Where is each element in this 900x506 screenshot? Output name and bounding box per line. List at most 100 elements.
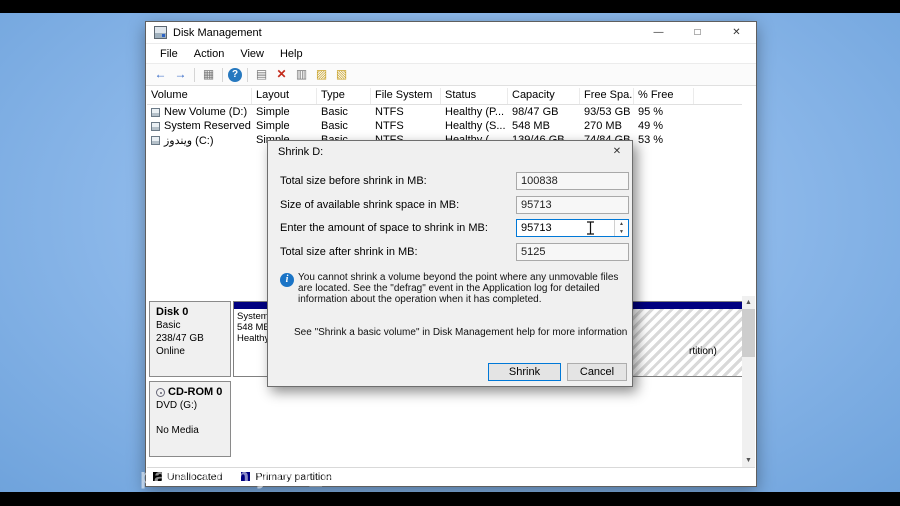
status-cell: Healthy (S... [445, 120, 506, 132]
field-available-space: Size of available shrink space in MB: 95… [268, 196, 632, 214]
table-row-system-reserved[interactable]: System Reserved Simple Basic NTFS Health… [147, 119, 742, 133]
free-cell: 270 MB [584, 120, 622, 132]
scroll-down-icon[interactable]: ▼ [742, 454, 755, 467]
volume-name: System Reserved [164, 120, 251, 132]
help-icon[interactable]: ? [228, 67, 242, 82]
primary-partition-label: Primary partition [255, 470, 332, 483]
field-value: 100838 [516, 172, 629, 190]
drive-icon [151, 121, 160, 131]
menu-help[interactable]: Help [272, 48, 311, 60]
shrink-dialog: Shrink D: ✕ Total size before shrink in … [267, 140, 633, 387]
field-label: Size of available shrink space in MB: [280, 199, 460, 211]
cdrom-name-row: CD-ROM 0 [156, 386, 230, 399]
console-tree-icon[interactable]: ▦ [200, 66, 217, 83]
scroll-up-icon[interactable]: ▲ [742, 296, 755, 309]
shrink-amount-input[interactable] [517, 220, 614, 236]
window-title: Disk Management [173, 26, 262, 39]
volume-cell: System Reserved [147, 120, 252, 132]
minimize-button[interactable]: — [639, 22, 678, 44]
back-icon[interactable]: ← [152, 66, 169, 83]
cdrom-type: DVD (G:) [156, 400, 198, 411]
info-icon: i [280, 273, 294, 287]
column-free-space[interactable]: Free Spa... [580, 88, 634, 104]
menu-view[interactable]: View [232, 48, 272, 60]
forward-icon[interactable]: → [172, 66, 189, 83]
column-volume[interactable]: Volume [147, 88, 252, 104]
cd-icon [156, 388, 165, 397]
spinner-buttons: ▲ ▼ [614, 220, 628, 236]
menu-bar: File Action View Help [146, 44, 756, 64]
toolbar-separator [194, 67, 195, 82]
scroll-thumb[interactable] [742, 309, 755, 357]
fs-cell: NTFS [375, 106, 404, 118]
pct-free-cell: 95 % [638, 106, 664, 118]
unallocated-label: Unallocated [167, 470, 223, 483]
field-total-after: Total size after shrink in MB: 5125 [268, 243, 632, 261]
table-row-d[interactable]: New Volume (D:) Simple Basic NTFS Health… [147, 105, 742, 119]
column-pct-free[interactable]: % Free [634, 88, 694, 104]
disk0-header[interactable]: Disk 0 Basic 238/47 GB Online [149, 301, 231, 377]
chart-icon[interactable]: ▥ [293, 66, 310, 83]
partition-d-status-fragment: rtition) [689, 346, 717, 357]
menu-action[interactable]: Action [186, 48, 233, 60]
spin-down-icon[interactable]: ▼ [615, 228, 628, 236]
fs-cell: NTFS [375, 120, 404, 132]
field-label: Total size before shrink in MB: [280, 175, 427, 187]
volume-table-header: Volume Layout Type File System Status Ca… [147, 88, 742, 105]
volume-cell: ويندوز (C:) [147, 134, 252, 147]
help-link-text: See "Shrink a basic volume" in Disk Mana… [294, 327, 628, 338]
unallocated-swatch-icon [153, 472, 162, 481]
column-layout[interactable]: Layout [252, 88, 317, 104]
column-type[interactable]: Type [317, 88, 371, 104]
cdrom-name: CD-ROM 0 [168, 386, 223, 398]
primary-partition-swatch-icon [241, 472, 251, 481]
disk0-name: Disk 0 [156, 306, 189, 318]
cdrom-header[interactable]: CD-ROM 0 DVD (G:) No Media [149, 381, 231, 457]
toolbar-separator [222, 67, 223, 82]
column-filler [694, 88, 742, 104]
vertical-scrollbar[interactable]: ▲ ▼ [742, 296, 755, 467]
type-cell: Basic [321, 120, 348, 132]
shrink-amount-spinbox: ▲ ▼ [516, 219, 629, 237]
column-capacity[interactable]: Capacity [508, 88, 580, 104]
spin-up-icon[interactable]: ▲ [615, 220, 628, 228]
status-cell: Healthy (P... [445, 106, 505, 118]
info-text: You cannot shrink a volume beyond the po… [298, 272, 619, 305]
cdrom-status: No Media [156, 425, 199, 436]
field-value: 95713 [516, 196, 629, 214]
capacity-cell: 548 MB [512, 120, 550, 132]
field-label: Enter the amount of space to shrink in M… [280, 222, 488, 234]
delete-icon[interactable]: ✕ [273, 66, 290, 83]
letterbox-bottom [0, 492, 900, 506]
dialog-titlebar: Shrink D: ✕ [268, 141, 632, 162]
free-cell: 93/53 GB [584, 106, 631, 118]
new-folder-icon[interactable]: ▧ [333, 66, 350, 83]
legend: Unallocated Primary partition [147, 467, 755, 485]
open-folder-icon[interactable]: ▨ [313, 66, 330, 83]
dialog-close-button[interactable]: ✕ [602, 142, 632, 162]
dialog-title: Shrink D: [278, 145, 324, 158]
toolbar: ← → ▦ ? ▤ ✕ ▥ ▨ ▧ [146, 64, 756, 86]
drive-icon [151, 135, 160, 145]
cancel-button[interactable]: Cancel [567, 363, 627, 381]
toolbar-separator [247, 67, 248, 82]
field-total-before: Total size before shrink in MB: 100838 [268, 172, 632, 190]
close-button[interactable]: ✕ [717, 22, 756, 44]
type-cell: Basic [321, 106, 348, 118]
window-titlebar: Disk Management — □ ✕ [146, 22, 756, 44]
window-controls: — □ ✕ [639, 22, 756, 44]
field-value: 5125 [516, 243, 629, 261]
menu-file[interactable]: File [152, 48, 186, 60]
maximize-button[interactable]: □ [678, 22, 717, 44]
disk0-status: Online [156, 346, 185, 357]
volume-cell: New Volume (D:) [147, 106, 252, 118]
layout-cell: Simple [256, 106, 290, 118]
volume-name: New Volume (D:) [164, 106, 248, 118]
properties-icon[interactable]: ▤ [253, 66, 270, 83]
shrink-button[interactable]: Shrink [488, 363, 561, 381]
volume-name: ويندوز (C:) [164, 134, 214, 147]
disk0-type: Basic [156, 320, 181, 331]
column-file-system[interactable]: File System [371, 88, 441, 104]
pct-free-cell: 49 % [638, 120, 664, 132]
column-status[interactable]: Status [441, 88, 508, 104]
